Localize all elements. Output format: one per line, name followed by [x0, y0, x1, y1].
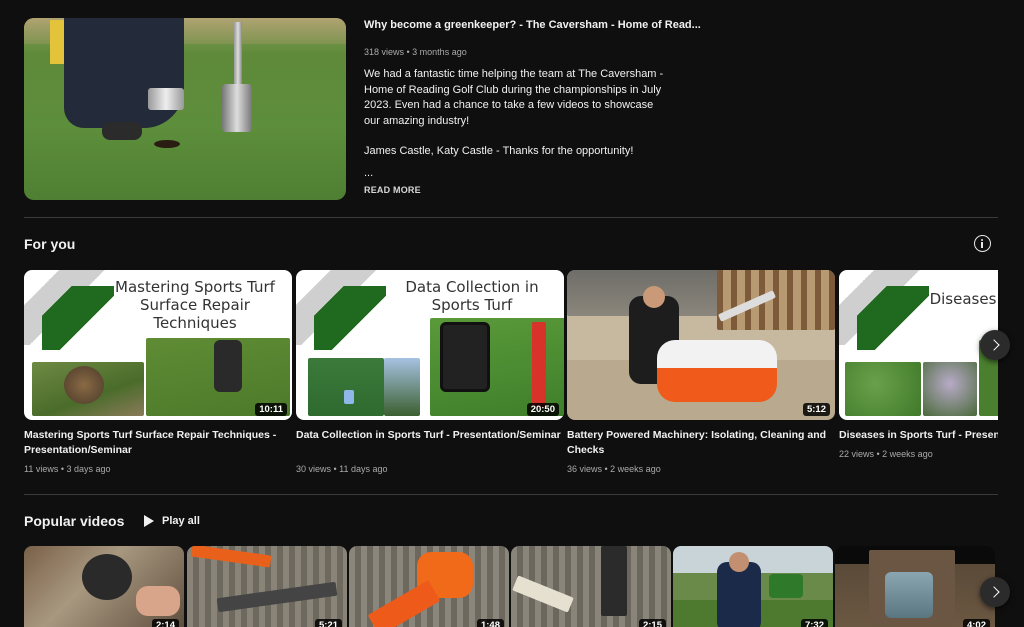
video-meta: 36 views • 2 weeks ago [567, 464, 661, 474]
play-all-button[interactable]: Play all [144, 513, 200, 529]
thumb-photo-tool [82, 554, 132, 600]
video-title[interactable]: Mastering Sports Turf Surface Repair Tec… [24, 428, 292, 458]
popular-video-thumbnail[interactable]: 1:48 [349, 546, 509, 627]
thumb-photo-tool [601, 546, 627, 616]
featured-description-paragraph: We had a fantastic time helping the team… [364, 68, 664, 127]
thumbnail-title-text: Data Collection in Sports Turf [405, 278, 539, 314]
featured-meta: 318 views • 3 months ago [364, 47, 467, 57]
thumb-photo-face [729, 552, 749, 572]
thumb-photo-blade [216, 581, 338, 613]
video-meta: 30 views • 11 days ago [296, 464, 388, 474]
divider [24, 494, 998, 495]
thumb-hole [154, 140, 180, 148]
duration-badge: 4:02 [962, 619, 990, 627]
section-title-for-you: For you [24, 236, 76, 252]
thumb-photo-device [532, 322, 546, 408]
duration-badge: 20:50 [526, 403, 559, 416]
thumb-photo-tool [190, 546, 272, 568]
video-thumbnail[interactable]: 5:12 [567, 270, 835, 420]
info-icon[interactable] [974, 235, 991, 252]
thumb-photo-hand [136, 586, 180, 616]
thumb-shoe [102, 122, 142, 140]
thumb-photo-person [214, 340, 242, 392]
thumb-photo-mower [657, 340, 777, 402]
featured-ellipsis: ... [364, 166, 374, 179]
popular-next-arrow-icon[interactable] [980, 577, 1010, 607]
featured-video: Why become a greenkeeper? - The Caversha… [24, 18, 998, 200]
duration-badge: 1:48 [476, 619, 504, 627]
thumb-photo-ladder [717, 270, 835, 330]
featured-info: Why become a greenkeeper? - The Caversha… [364, 18, 701, 195]
featured-title[interactable]: Why become a greenkeeper? - The Caversha… [364, 18, 701, 33]
popular-shelf: 2:14 5:21 1:48 2:15 7:32 4:02 [24, 546, 998, 627]
play-icon [144, 515, 154, 527]
thumb-photo-tablet [440, 322, 490, 392]
thumb-photo-flag [344, 390, 354, 404]
video-card[interactable]: Data Collection in Sports Turf 20:50 Dat… [296, 270, 564, 474]
video-thumbnail[interactable]: Data Collection in Sports Turf 20:50 [296, 270, 564, 420]
slide-decoration [314, 286, 386, 350]
popular-video-thumbnail[interactable]: 2:15 [511, 546, 671, 627]
thumb-hole-cup [148, 88, 184, 110]
slide-decoration [42, 286, 114, 350]
video-thumbnail[interactable]: Diseases [839, 270, 998, 420]
duration-badge: 2:14 [151, 619, 179, 627]
popular-video-thumbnail[interactable]: 2:14 [24, 546, 184, 627]
thumb-photo-disease [923, 362, 977, 416]
thumb-person [64, 18, 184, 128]
duration-badge: 5:12 [802, 403, 830, 416]
thumbnail-title-text: Mastering Sports Turf Surface Repair Tec… [115, 278, 275, 332]
popular-video-thumbnail[interactable]: 7:32 [673, 546, 833, 627]
thumb-pole-base [222, 84, 252, 132]
thumb-photo-pitch [308, 358, 384, 416]
thumb-photo-box [885, 572, 933, 618]
section-title-popular: Popular videos [24, 513, 125, 529]
thumb-photo-person [384, 358, 420, 416]
thumbnail-title-text: Diseases [929, 290, 997, 308]
video-card[interactable]: Mastering Sports Turf Surface Repair Tec… [24, 270, 292, 474]
thumb-cloth [50, 20, 64, 64]
play-all-label: Play all [162, 515, 200, 527]
for-you-shelf: Mastering Sports Turf Surface Repair Tec… [24, 270, 998, 480]
video-thumbnail[interactable]: Mastering Sports Turf Surface Repair Tec… [24, 270, 292, 420]
thumb-photo-hole [64, 366, 104, 404]
video-title[interactable]: Data Collection in Sports Turf - Present… [296, 428, 564, 458]
thumb-photo-tractor [769, 574, 803, 598]
shelf-next-arrow-icon[interactable] [980, 330, 1010, 360]
video-card[interactable]: 5:12 Battery Powered Machinery: Isolatin… [567, 270, 835, 474]
video-meta: 22 views • 2 weeks ago [839, 449, 933, 459]
video-card[interactable]: Diseases Diseases in Sports Turf - Prese… [839, 270, 998, 459]
thumb-photo-turf [845, 362, 921, 416]
duration-badge: 10:11 [255, 403, 287, 416]
featured-thumbnail[interactable] [24, 18, 346, 200]
video-title[interactable]: Battery Powered Machinery: Isolating, Cl… [567, 428, 835, 458]
featured-description: We had a fantastic time helping the team… [364, 67, 664, 160]
duration-badge: 7:32 [800, 619, 828, 627]
read-more-button[interactable]: READ MORE [364, 185, 684, 195]
duration-badge: 2:15 [638, 619, 666, 627]
popular-video-thumbnail[interactable]: 4:02 [835, 546, 995, 627]
popular-video-thumbnail[interactable]: 5:21 [187, 546, 347, 627]
video-meta: 11 views • 3 days ago [24, 464, 111, 474]
thumb-photo-trimmer-bar [367, 580, 441, 627]
thumb-photo-face [643, 286, 665, 308]
thumb-photo-tube [512, 575, 574, 613]
duration-badge: 5:21 [314, 619, 342, 627]
slide-decoration [857, 286, 929, 350]
featured-description-thanks: James Castle, Katy Castle - Thanks for t… [364, 145, 634, 157]
divider [24, 217, 998, 218]
video-title[interactable]: Diseases in Sports Turf - Presentation/S… [839, 428, 998, 443]
